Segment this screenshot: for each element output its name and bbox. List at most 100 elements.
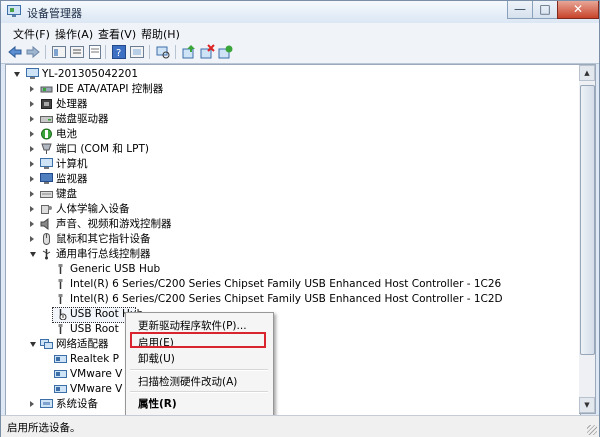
- toolbar-separator: [149, 45, 150, 59]
- expand-arrow-icon[interactable]: [30, 101, 34, 107]
- network-device-label: VMware V: [70, 383, 123, 395]
- port-icon: [41, 143, 52, 154]
- collapse-arrow-icon[interactable]: [30, 342, 36, 347]
- category-label: 端口 (COM 和 LPT): [56, 143, 149, 155]
- expand-arrow-icon[interactable]: [30, 206, 34, 212]
- update-driver-menu-item[interactable]: 更新驱动程序软件(P)...: [138, 318, 247, 333]
- view-icon[interactable]: [51, 44, 67, 60]
- network-card-icon: [54, 355, 67, 363]
- enable-device-icon[interactable]: [217, 44, 233, 60]
- menu-help[interactable]: 帮助(H): [141, 26, 180, 42]
- expand-arrow-icon[interactable]: [30, 236, 34, 242]
- scroll-up-arrow-icon[interactable]: ▲: [579, 65, 595, 81]
- resize-grip-icon[interactable]: [587, 425, 597, 435]
- network-adapter-icon: [40, 339, 53, 349]
- toolbar-separator: [105, 45, 106, 59]
- category-label: 计算机: [56, 158, 88, 170]
- menu-bar: 文件(F) 操作(A) 查看(V) 帮助(H): [1, 23, 599, 42]
- svg-text:?: ?: [116, 48, 121, 59]
- expand-arrow-icon[interactable]: [30, 146, 34, 152]
- expand-arrow-icon[interactable]: [30, 176, 34, 182]
- hid-icon: [41, 205, 52, 214]
- menu-separator: [130, 391, 268, 393]
- usb-plug-icon: [58, 294, 63, 304]
- usb-device-label: Generic USB Hub: [70, 263, 161, 275]
- context-menu: 更新驱动程序软件(P)... 启用(E) 卸载(U) 扫描检测硬件改动(A) 属…: [125, 312, 274, 416]
- category-label: 处理器: [56, 98, 88, 110]
- scroll-down-arrow-icon[interactable]: ▼: [579, 397, 595, 413]
- scan-hardware-menu-item[interactable]: 扫描检测硬件改动(A): [138, 374, 237, 389]
- expand-arrow-icon[interactable]: [30, 191, 34, 197]
- category-label: 网络适配器: [56, 338, 109, 350]
- toolbar-separator: [45, 45, 46, 59]
- scan-hardware-icon[interactable]: [155, 44, 171, 60]
- status-text: 启用所选设备。: [7, 422, 81, 434]
- properties-menu-item[interactable]: 属性(R): [138, 396, 177, 411]
- computer-icon: [26, 68, 39, 79]
- category-label: 监视器: [56, 173, 88, 185]
- menu-action[interactable]: 操作(A): [55, 26, 93, 42]
- show-hide-icon[interactable]: [129, 44, 145, 60]
- battery-icon: [41, 128, 52, 140]
- category-label: 键盘: [56, 188, 77, 200]
- scrollbar-thumb[interactable]: [580, 85, 595, 355]
- category-label: 鼠标和其它指针设备: [56, 233, 151, 245]
- update-driver-icon[interactable]: [181, 44, 197, 60]
- properties-icon[interactable]: [87, 44, 103, 60]
- usb-plug-icon: [58, 324, 63, 334]
- usb-device-label: USB Root: [70, 323, 119, 335]
- category-label: 通用串行总线控制器: [56, 248, 151, 260]
- usb-device-label: Intel(R) 6 Series/C200 Series Chipset Fa…: [70, 278, 502, 290]
- disk-drive-icon: [40, 116, 53, 123]
- usb-icon: [42, 249, 51, 260]
- expand-arrow-icon[interactable]: [30, 86, 34, 92]
- menu-view[interactable]: 查看(V): [98, 26, 136, 42]
- minimize-button[interactable]: —: [507, 1, 533, 19]
- help-icon[interactable]: ?: [111, 44, 127, 60]
- network-card-icon: [54, 370, 67, 378]
- device-manager-icon: [7, 5, 21, 17]
- usb-plug-icon: [58, 264, 63, 274]
- back-arrow-icon[interactable]: [7, 44, 23, 60]
- menu-file[interactable]: 文件(F): [13, 26, 50, 42]
- expand-arrow-icon[interactable]: [30, 131, 34, 137]
- computer-icon: [40, 158, 53, 169]
- maximize-button[interactable]: □: [532, 1, 558, 19]
- ide-controller-icon: [40, 86, 53, 93]
- device-tree: YL-201305042201 IDE ATA/ATAPI 控制器 处理器 磁盘…: [5, 64, 581, 416]
- category-label: 系统设备: [56, 398, 98, 410]
- processor-icon: [41, 99, 52, 109]
- uninstall-icon[interactable]: [199, 44, 215, 60]
- mouse-icon: [43, 233, 50, 245]
- enable-highlight-box: [130, 332, 266, 348]
- toolbar: ?: [1, 41, 599, 64]
- category-label: 磁盘驱动器: [56, 113, 109, 125]
- expand-arrow-icon[interactable]: [30, 116, 34, 122]
- usb-plug-icon: [58, 279, 63, 289]
- forward-arrow-icon[interactable]: [25, 44, 41, 60]
- collapse-arrow-icon[interactable]: [14, 72, 20, 77]
- uninstall-menu-item[interactable]: 卸载(U): [138, 351, 175, 366]
- expand-arrow-icon[interactable]: [30, 401, 34, 407]
- system-devices-icon: [40, 399, 53, 408]
- menu-separator: [130, 369, 268, 371]
- close-button[interactable]: ✕: [557, 1, 599, 19]
- collapse-arrow-icon[interactable]: [30, 252, 36, 257]
- monitor-icon: [40, 173, 53, 184]
- vertical-scrollbar[interactable]: ▲ ▼: [579, 64, 596, 414]
- expand-arrow-icon[interactable]: [30, 161, 34, 167]
- network-device-label: VMware V: [70, 368, 123, 380]
- tree-root-label: YL-201305042201: [42, 68, 139, 80]
- usb-device-label: Intel(R) 6 Series/C200 Series Chipset Fa…: [70, 293, 503, 305]
- keyboard-icon: [40, 191, 53, 198]
- category-label: 人体学输入设备: [56, 203, 130, 215]
- expand-arrow-icon[interactable]: [30, 221, 34, 227]
- status-bar: 启用所选设备。: [1, 415, 599, 437]
- network-device-label: Realtek P: [70, 353, 119, 365]
- console-tree-icon[interactable]: [69, 44, 85, 60]
- usb-disabled-icon: [59, 309, 67, 320]
- network-card-icon: [54, 385, 67, 393]
- toolbar-separator: [175, 45, 176, 59]
- sound-icon: [40, 218, 49, 230]
- window-title: 设备管理器: [27, 7, 82, 20]
